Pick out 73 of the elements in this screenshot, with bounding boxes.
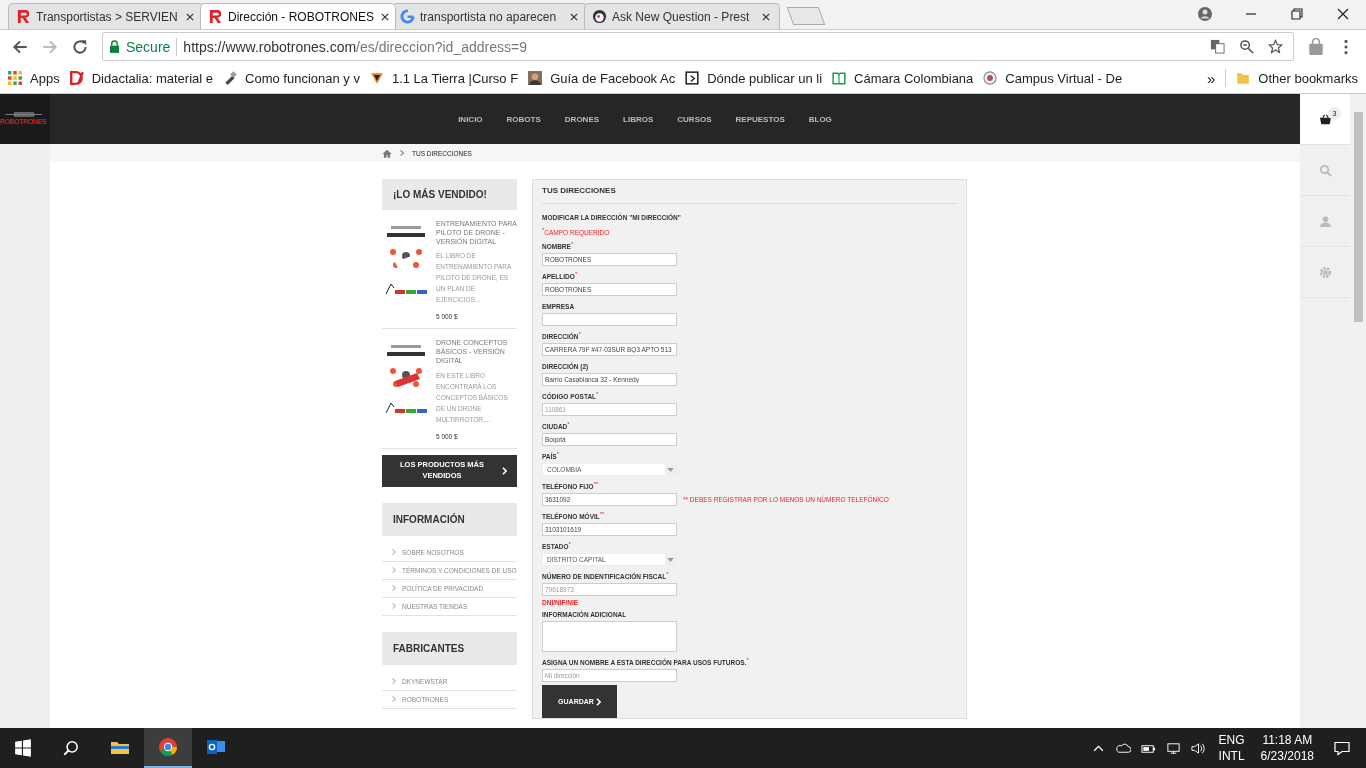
bookmark[interactable]: Apps [8,70,60,86]
basket-icon [1318,112,1332,126]
profile-icon[interactable] [1197,6,1213,22]
volume-icon[interactable] [1190,741,1206,755]
close-icon[interactable] [1335,6,1351,22]
chevron-icon [392,567,396,574]
r-logo-icon [208,9,223,24]
bird-icon [592,9,607,24]
chevron-icon [400,150,404,156]
bookmark[interactable]: Didactalia: material e [69,70,214,86]
scrollbar-thumb[interactable] [1353,112,1363,322]
nav-link[interactable]: REPUESTOS [735,114,785,124]
tool-icon [223,71,238,85]
chevron-icon [392,678,396,685]
translate-icon[interactable] [1210,39,1225,54]
nav-link[interactable]: BLOG [808,114,832,124]
block-heading: ¡LO MÁS VENDIDO! [382,179,517,210]
browser-tab[interactable]: Dirección - ROBOTRONES [200,3,396,29]
apps-grid-icon [8,71,22,85]
block-heading: FABRICANTES [382,631,517,665]
chevron-icon [392,549,396,556]
block-heading: INFORMACIÓN [382,502,517,536]
chevron-icon [502,466,507,475]
more-bookmarks-button[interactable]: » [1206,69,1216,87]
form-title: TUS DIRECCIONES [542,186,957,204]
windows-start-icon[interactable] [14,739,32,757]
lock-icon [109,40,120,53]
zoom-icon[interactable] [1239,39,1254,54]
nav-link[interactable]: LIBROS [623,114,654,124]
nav-link[interactable]: ROBOTS [506,114,541,124]
cloud-icon[interactable] [1115,741,1131,755]
chevron-icon [392,585,396,592]
caret-icon [667,467,674,472]
bag-icon[interactable] [1307,37,1325,56]
browser-tab[interactable]: Ask New Question - Prest [584,3,780,29]
r-logo-icon [16,9,31,24]
home-icon[interactable] [382,148,392,158]
reload-icon[interactable] [71,37,89,56]
notification-icon[interactable] [1334,740,1350,756]
triangle-icon [369,71,384,85]
url-text: https://www.robotrones.com/es/direccion?id_address=9 [183,38,527,55]
settings-icon [1318,265,1332,279]
chevron-icon [392,696,396,703]
bookmark[interactable]: Dónde publicar un li [685,70,823,86]
star-icon[interactable] [1268,39,1283,54]
caret-icon [667,557,674,562]
bookmark[interactable]: Cámara Colombiana [832,70,974,86]
user-icon [1318,214,1332,228]
network-icon[interactable] [1165,741,1181,755]
secure-label: Secure [126,38,171,55]
nav-link[interactable]: CURSOS [677,114,712,124]
other-bookmarks-folder[interactable]: Other bookmarks [1236,70,1358,86]
chevron-icon [392,603,396,610]
avatar-icon [528,71,543,85]
restore-icon[interactable] [1289,6,1305,22]
bookmark[interactable]: 1.1 La Tierra |Curso F [369,70,519,86]
chevron-icon [595,697,601,706]
google-g-icon [400,9,415,24]
bookmark[interactable]: Guía de Facebook Ac [528,70,676,86]
search-icon[interactable] [62,739,80,757]
book-icon [832,71,847,85]
clock[interactable]: 11:18 AM 6/23/2018 [1260,731,1314,765]
chrome-icon[interactable] [144,728,192,768]
d-logo-icon [69,71,84,85]
folder-icon [1236,71,1251,85]
bookmark[interactable]: Campus Virtual - De [983,70,1123,86]
search-icon [1318,163,1332,177]
bookmark[interactable]: Como funcionan y v [223,70,360,86]
address-bar[interactable]: Secure https://www.robotrones.com/es/direccion?id_address=9 [102,32,1294,61]
input-field[interactable] [542,313,677,326]
nav-link[interactable]: INICIO [458,114,483,124]
language-indicator[interactable]: ENG INTL [1218,731,1245,765]
nav-link[interactable]: DRONES [564,114,600,124]
